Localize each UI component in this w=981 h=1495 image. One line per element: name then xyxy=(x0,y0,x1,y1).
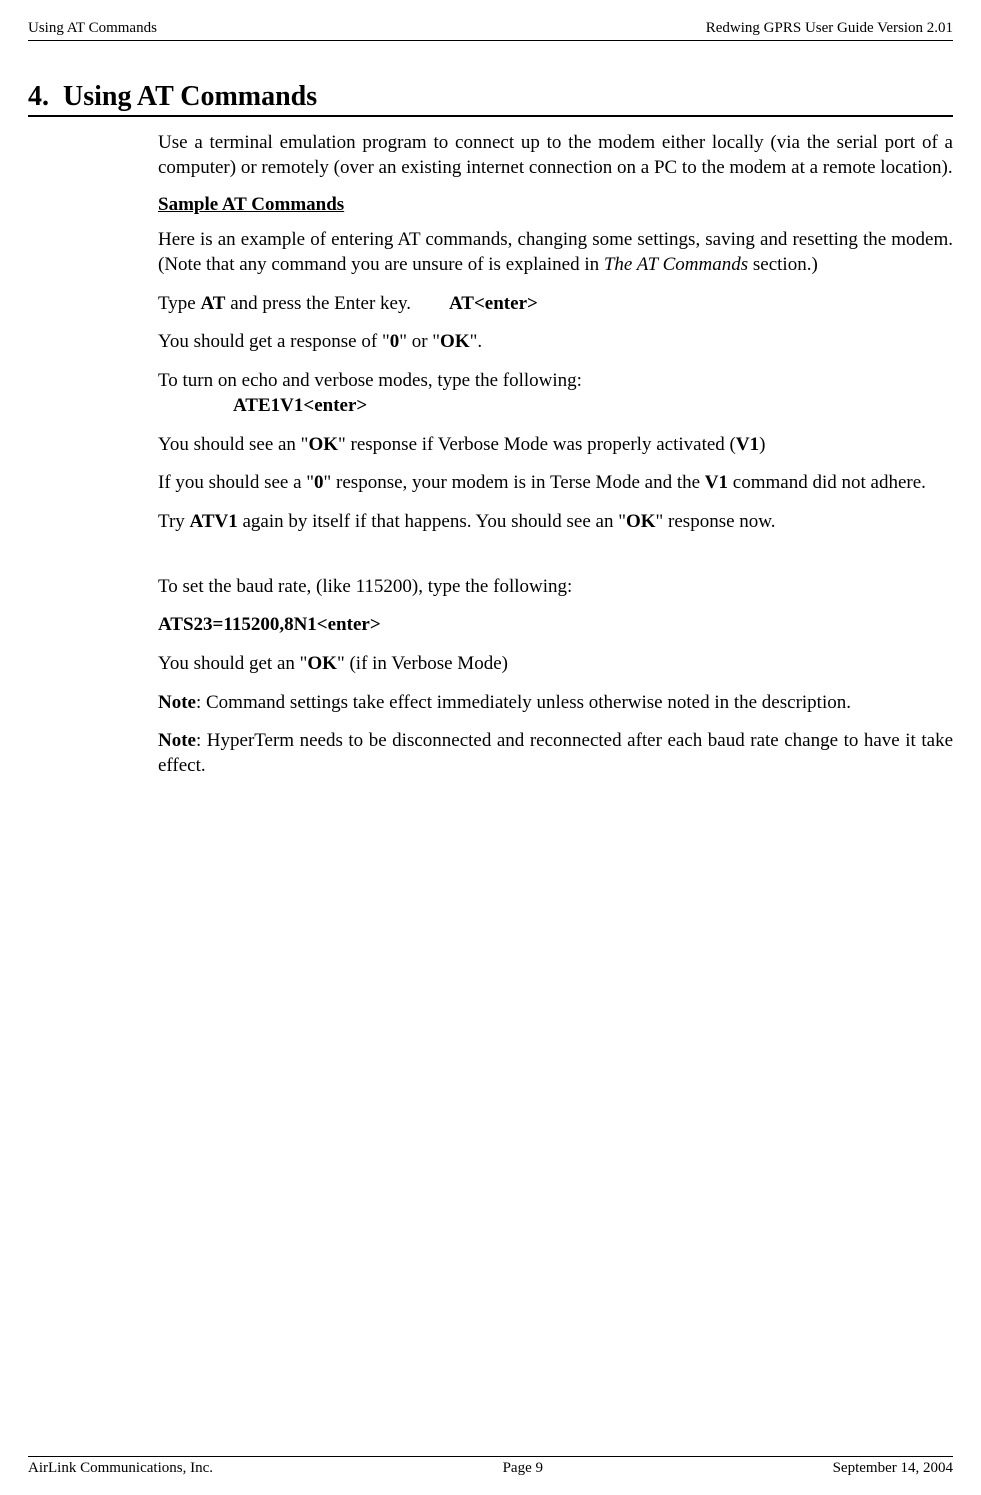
bold-text: OK xyxy=(626,511,656,532)
paragraph-2: Type AT and press the Enter key. AT<ente… xyxy=(158,292,953,317)
bold-text: V1 xyxy=(705,472,728,493)
paragraph-6: If you should see a "0" response, your m… xyxy=(158,471,953,496)
text: You should get a response of " xyxy=(158,331,390,352)
section-number: 4. xyxy=(28,81,49,112)
paragraph-8: To set the baud rate, (like 115200), typ… xyxy=(158,575,953,600)
header-right: Redwing GPRS User Guide Version 2.01 xyxy=(706,20,953,37)
footer-right: September 14, 2004 xyxy=(833,1460,953,1477)
text: " (if in Verbose Mode) xyxy=(337,653,508,674)
text: ) xyxy=(759,434,765,455)
paragraph-3: You should get a response of "0" or "OK"… xyxy=(158,330,953,355)
paragraph-4-cmd: ATE1V1<enter> xyxy=(233,394,953,419)
bold-text: OK xyxy=(308,434,338,455)
text: " response if Verbose Mode was properly … xyxy=(338,434,736,455)
page-header: Using AT Commands Redwing GPRS User Guid… xyxy=(28,20,953,41)
paragraph-10: You should get an "OK" (if in Verbose Mo… xyxy=(158,652,953,677)
text: " or " xyxy=(399,331,440,352)
bold-command: ATS23=115200,8N1<enter> xyxy=(158,614,381,635)
bold-text: OK xyxy=(307,653,337,674)
text: command did not adhere. xyxy=(728,472,926,493)
bold-text: 0 xyxy=(314,472,324,493)
text: If you should see a " xyxy=(158,472,314,493)
bold-command: ATE1V1<enter> xyxy=(233,395,367,416)
paragraph-7: Try ATV1 again by itself if that happens… xyxy=(158,510,953,535)
note-label: Note xyxy=(158,692,196,713)
bold-text: OK xyxy=(440,331,470,352)
text: section.) xyxy=(748,254,818,275)
text: Here is an example of entering AT comman… xyxy=(158,229,953,275)
note-label: Note xyxy=(158,730,196,751)
content-area: Use a terminal emulation program to conn… xyxy=(158,131,953,779)
paragraph-9: ATS23=115200,8N1<enter> xyxy=(158,613,953,638)
bold-text: V1 xyxy=(736,434,759,455)
bold-text: AT xyxy=(200,293,225,314)
text: and press the Enter key. xyxy=(225,293,411,314)
paragraph-5: You should see an "OK" response if Verbo… xyxy=(158,433,953,458)
italic-text: The AT Commands xyxy=(604,254,748,275)
paragraph-11: Note: Command settings take effect immed… xyxy=(158,691,953,716)
paragraph-4: To turn on echo and verbose modes, type … xyxy=(158,369,953,394)
paragraph-1: Here is an example of entering AT comman… xyxy=(158,228,953,277)
text: ". xyxy=(470,331,483,352)
page-footer: AirLink Communications, Inc. Page 9 Sept… xyxy=(28,1456,953,1477)
footer-center: Page 9 xyxy=(503,1460,543,1477)
text: " response, your modem is in Terse Mode … xyxy=(324,472,705,493)
text: You should get an " xyxy=(158,653,307,674)
text: Type xyxy=(158,293,200,314)
section-heading: 4. Using AT Commands xyxy=(28,81,953,117)
bold-command: AT<enter> xyxy=(449,293,538,314)
intro-paragraph: Use a terminal emulation program to conn… xyxy=(158,131,953,180)
bold-text: ATV1 xyxy=(190,511,238,532)
sample-commands-heading: Sample AT Commands xyxy=(158,194,953,216)
text: " response now. xyxy=(656,511,776,532)
bold-text: 0 xyxy=(390,331,400,352)
footer-left: AirLink Communications, Inc. xyxy=(28,1460,213,1477)
text: : Command settings take effect immediate… xyxy=(196,692,851,713)
text: : HyperTerm needs to be disconnected and… xyxy=(158,730,953,776)
text: You should see an " xyxy=(158,434,308,455)
section-title: Using AT Commands xyxy=(63,81,317,112)
paragraph-12: Note: HyperTerm needs to be disconnected… xyxy=(158,729,953,778)
text: Try xyxy=(158,511,190,532)
text: again by itself if that happens. You sho… xyxy=(238,511,626,532)
header-left: Using AT Commands xyxy=(28,20,157,37)
